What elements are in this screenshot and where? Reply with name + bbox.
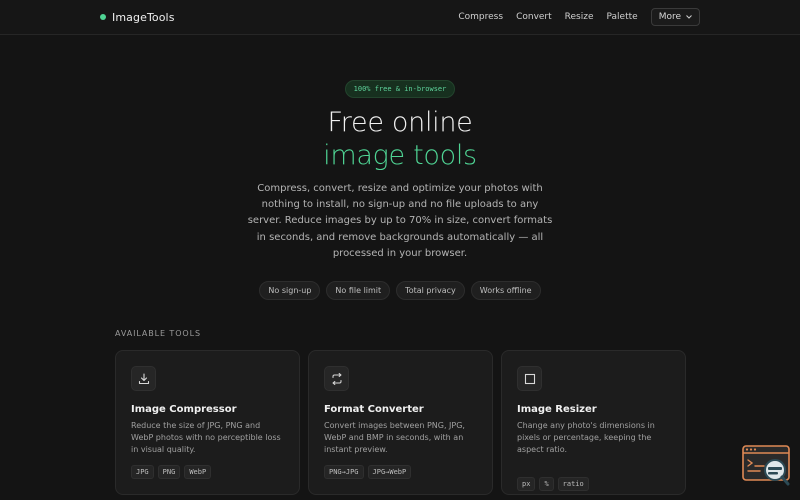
card-description: Change any photo's dimensions in pixels … [517, 421, 655, 454]
download-icon [131, 366, 156, 391]
chip-works-offline: Works offline [470, 281, 541, 301]
tag: JPG [131, 465, 154, 479]
tool-card-converter[interactable]: Format Converter Convert images between … [308, 350, 493, 495]
tag: JPG→WebP [367, 465, 412, 479]
top-nav: ImageTools Compress Convert Resize Palet… [0, 0, 800, 35]
card-tags: JPG PNG WebP [131, 465, 284, 479]
chip-total-privacy: Total privacy [396, 281, 465, 301]
tag: PNG [157, 465, 181, 479]
hero-title-line2: image tools [323, 140, 477, 171]
card-description: Reduce the size of JPG, PNG and WebP pho… [131, 421, 281, 454]
nav-link-compress[interactable]: Compress [458, 12, 503, 22]
nav-link-resize[interactable]: Resize [565, 12, 594, 22]
nav-link-convert[interactable]: Convert [516, 12, 552, 22]
brand-name: ImageTools [112, 10, 175, 24]
more-label: More [658, 12, 681, 22]
more-dropdown-button[interactable]: More [650, 8, 700, 26]
feature-chips: No sign-up No file limit Total privacy W… [0, 281, 800, 301]
swap-arrows-icon [324, 366, 349, 391]
tag: % [539, 477, 554, 491]
browser-search-widget-icon[interactable] [742, 445, 790, 487]
brand-dot-icon [100, 14, 106, 20]
hero-title-line1: Free online [327, 107, 473, 138]
section-label-tools: AVAILABLE TOOLS [115, 329, 201, 338]
tag: PNG→JPG [324, 465, 364, 479]
card-tags: PNG→JPG JPG→WebP [324, 465, 477, 479]
chip-no-file-limit: No file limit [326, 281, 391, 301]
card-tags: px % ratio [517, 477, 670, 491]
card-title: Image Resizer [517, 404, 597, 415]
hero-badge: 100% free & in-browser [344, 80, 456, 98]
square-icon [517, 366, 542, 391]
hero: 100% free & in-browser Free online image… [0, 35, 800, 301]
tag: WebP [184, 465, 212, 479]
card-title: Format Converter [324, 404, 424, 415]
tag: ratio [557, 477, 589, 491]
hero-description: Compress, convert, resize and optimize y… [247, 183, 553, 259]
chip-no-signup: No sign-up [259, 281, 321, 301]
tool-card-resizer[interactable]: Image Resizer Change any photo's dimensi… [501, 350, 686, 495]
brand[interactable]: ImageTools [100, 11, 175, 24]
card-title: Image Compressor [131, 404, 237, 415]
nav-links: Compress Convert Resize Palette More [458, 8, 700, 26]
page: ImageTools Compress Convert Resize Palet… [0, 0, 800, 500]
tool-cards: Image Compressor Reduce the size of JPG,… [115, 350, 686, 495]
card-description: Convert images between PNG, JPG, WebP an… [324, 421, 465, 454]
tool-card-compressor[interactable]: Image Compressor Reduce the size of JPG,… [115, 350, 300, 495]
chevron-down-icon [686, 15, 692, 19]
tag: px [517, 477, 536, 491]
nav-link-palette[interactable]: Palette [607, 12, 638, 22]
